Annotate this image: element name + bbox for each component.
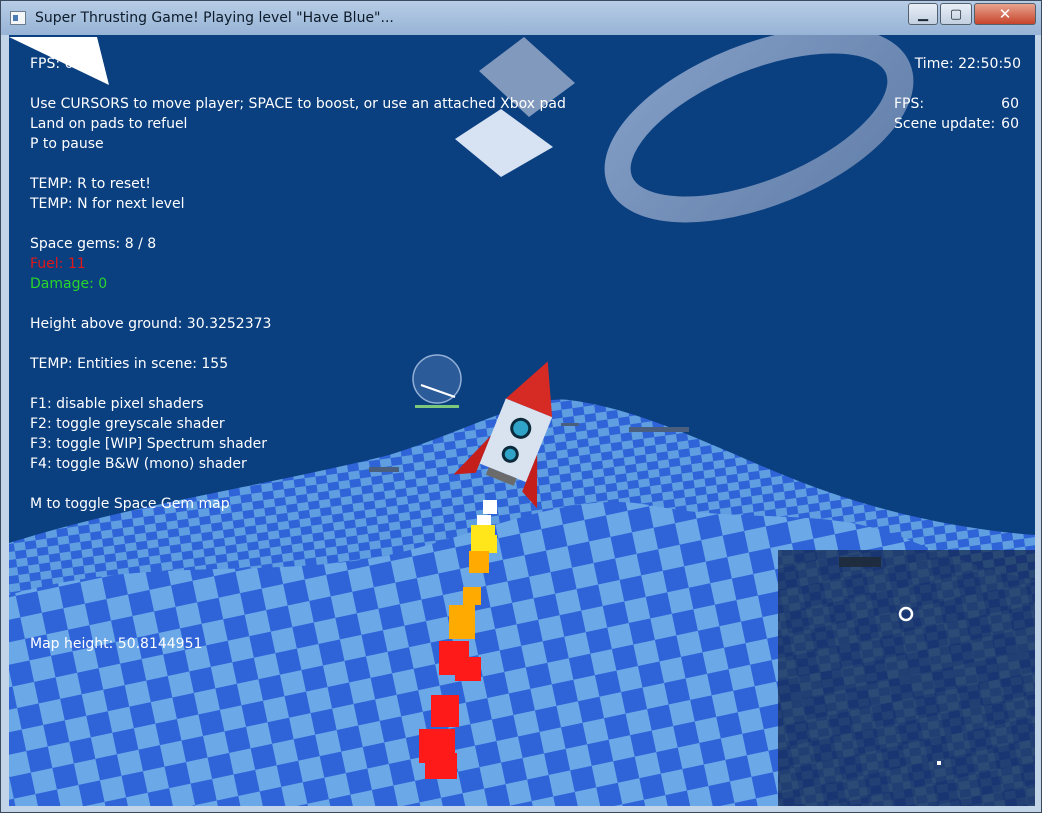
hud-f2-hint: F2: toggle greyscale shader: [30, 416, 225, 432]
hud-fps: FPS: 60: [30, 56, 83, 72]
app-icon: [10, 11, 26, 25]
hud-entities: TEMP: Entities in scene: 155: [30, 356, 229, 372]
hud-fps-label: FPS:: [894, 96, 925, 112]
minimap-gem-marker: [937, 761, 941, 765]
hud-scene-update-label: Scene update:: [894, 116, 996, 132]
maximize-icon: ▢: [949, 6, 963, 22]
gem-base: [415, 405, 459, 408]
game-viewport[interactable]: FPS: 60 Use CURSORS to move player; SPAC…: [9, 35, 1035, 806]
window-title: Super Thrusting Game! Playing level "Hav…: [35, 10, 394, 26]
title-bar[interactable]: Super Thrusting Game! Playing level "Hav…: [1, 1, 1041, 35]
hud-instructions-move: Use CURSORS to move player; SPACE to boo…: [30, 96, 566, 112]
hud-fuel: Fuel: 11: [30, 256, 86, 272]
hud-f3-hint: F3: toggle [WIP] Spectrum shader: [30, 436, 267, 452]
maximize-button[interactable]: ▢: [940, 3, 972, 25]
space-gem-minimap[interactable]: [778, 550, 1035, 806]
hud-map-height: Map height: 50.8144951: [30, 636, 203, 652]
landing-pad: [561, 423, 579, 426]
hud-space-gems: Space gems: 8 / 8: [30, 236, 157, 252]
minimize-icon: ▁: [918, 6, 928, 22]
hud-time: Time: 22:50:50: [914, 56, 1021, 72]
close-icon: ✕: [998, 5, 1012, 23]
hud-temp-reset: TEMP: R to reset!: [30, 176, 151, 192]
hud-height: Height above ground: 30.3252373: [30, 316, 272, 332]
hud-scene-update-value: 60: [1001, 116, 1019, 132]
hud-instructions-pause: P to pause: [30, 136, 104, 152]
hud-instructions-refuel: Land on pads to refuel: [30, 116, 188, 132]
minimize-button[interactable]: ▁: [908, 3, 938, 25]
hud-damage: Damage: 0: [30, 276, 108, 292]
hud-temp-next-level: TEMP: N for next level: [30, 196, 185, 212]
hud-f4-hint: F4: toggle B&W (mono) shader: [30, 456, 247, 472]
hud-f1-hint: F1: disable pixel shaders: [30, 396, 204, 412]
landing-pad: [369, 467, 399, 472]
landing-pad: [629, 427, 689, 432]
hud-map-toggle-hint: M to toggle Space Gem map: [30, 496, 230, 512]
close-button[interactable]: ✕: [974, 3, 1036, 25]
hud-fps-value: 60: [1001, 96, 1019, 112]
game-window: Super Thrusting Game! Playing level "Hav…: [0, 0, 1042, 813]
